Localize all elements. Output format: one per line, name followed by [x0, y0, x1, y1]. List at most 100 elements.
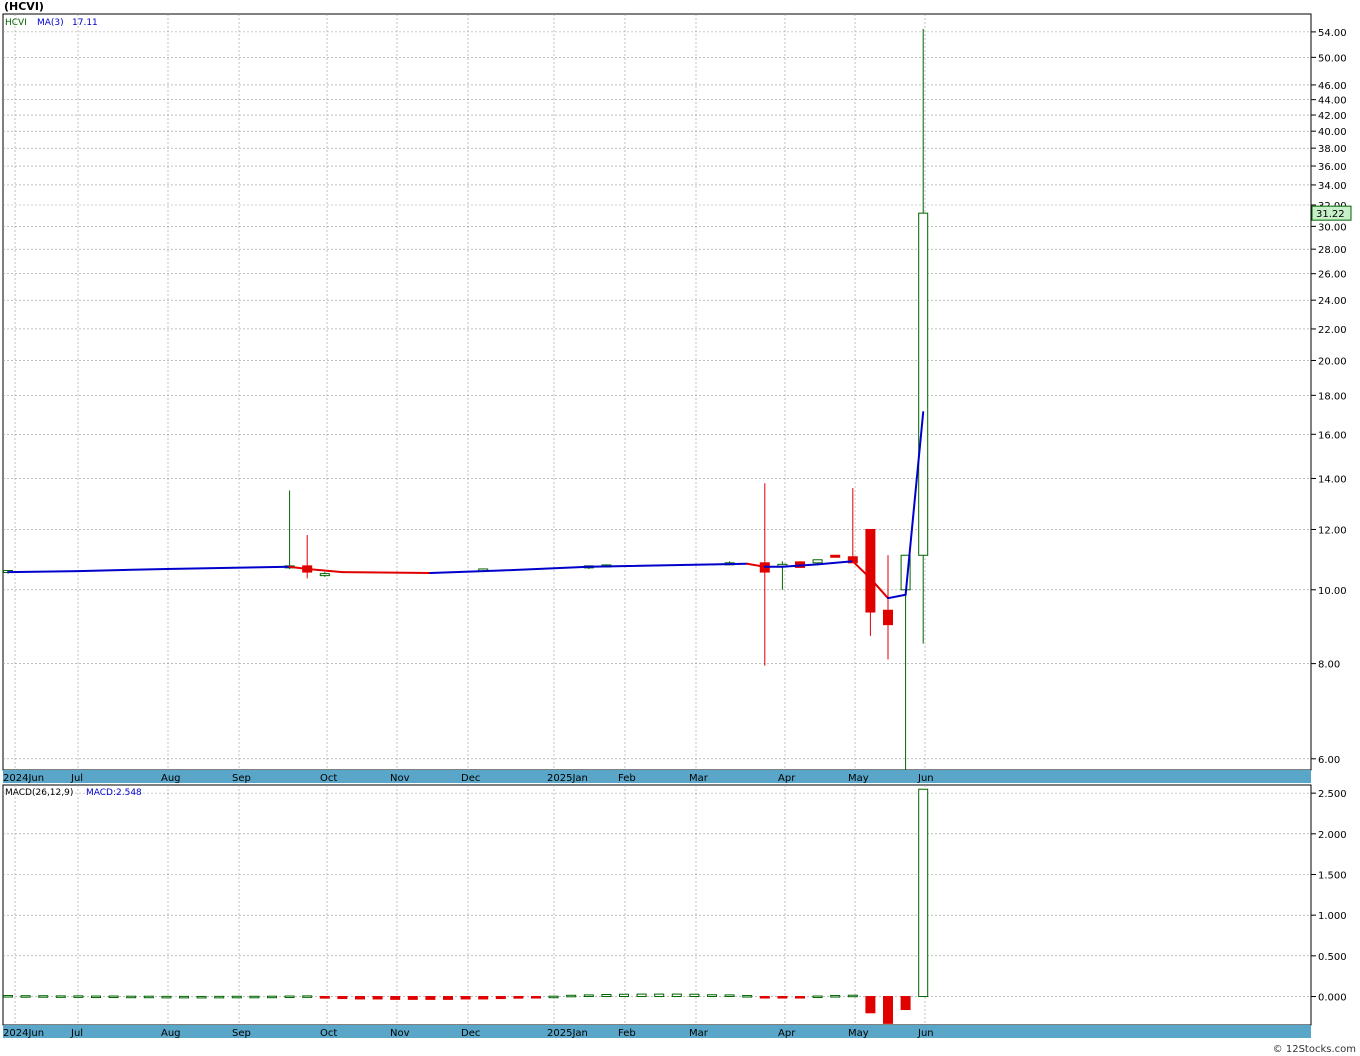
price-tick-label: 16.00	[1318, 430, 1347, 441]
macd-bar	[179, 995, 189, 999]
macd-bar	[478, 996, 489, 1000]
price-tick-label: 10.00	[1318, 586, 1347, 597]
price-tick-label: 36.00	[1318, 162, 1347, 173]
price-tick-label: 34.00	[1318, 181, 1347, 192]
price-tick-label: 42.00	[1318, 111, 1347, 122]
price-tick-label: 50.00	[1318, 53, 1347, 64]
macd-bar	[830, 995, 841, 998]
price-date-axis: 2024Jun Jul Aug Sep Oct Nov Dec 2025Jan Feb Mar Ap…	[3, 770, 1311, 784]
price-axis: 54.00 50.00 46.00 44.00 42.00 40.00 38.00 36.00…	[1311, 28, 1347, 766]
price-tick-label: 54.00	[1318, 28, 1347, 39]
date-axis-label: Nov	[390, 773, 410, 784]
macd-bar	[742, 995, 753, 998]
macd-bar	[795, 996, 805, 999]
price-panel: 54.00 50.00 46.00 44.00 42.00 40.00 38.00 36.00…	[2, 13, 1352, 771]
date-axis-label: 2024Jun	[3, 773, 44, 784]
macd-bar	[372, 996, 383, 1000]
date-axis-label: Sep	[232, 1028, 251, 1039]
macd-bar	[654, 993, 665, 998]
macd-tick-label: 1.500	[1318, 870, 1347, 881]
macd-bar	[355, 996, 365, 1000]
legend-symbol: HCVI	[5, 18, 27, 28]
date-axis-band-2	[3, 1025, 1311, 1038]
macd-bar	[636, 993, 647, 998]
price-tick-label: 38.00	[1318, 144, 1347, 155]
macd-bar	[865, 996, 876, 1014]
date-axis-label: Sep	[232, 773, 251, 784]
macd-bar	[196, 995, 207, 999]
price-tick-label: 40.00	[1318, 127, 1347, 138]
date-axis-label: Dec	[461, 773, 480, 784]
price-tick-label: 28.00	[1318, 245, 1347, 256]
macd-bar	[847, 994, 858, 998]
price-frame	[2, 13, 1312, 771]
date-axis-band	[3, 770, 1311, 783]
price-tick-label: 44.00	[1318, 96, 1347, 107]
macd-bar	[390, 996, 401, 1000]
date-axis-label: Jul	[70, 773, 83, 784]
date-axis-label: Oct	[320, 773, 337, 784]
macd-bar	[619, 993, 629, 998]
macd-bar	[337, 996, 348, 1000]
macd-bar	[319, 996, 330, 999]
macd-bar	[724, 994, 735, 998]
date-axis-label: Aug	[161, 1028, 181, 1039]
macd-tick-label: 2.000	[1318, 830, 1347, 841]
macd-bar	[548, 995, 559, 999]
macd-bar	[214, 995, 225, 999]
macd-tick-label: 2.500	[1318, 789, 1347, 800]
chart-canvas: 54.00 50.00 46.00 44.00 42.00 40.00 38.00 36.00…	[2, 13, 1352, 1039]
candle-body	[865, 528, 876, 613]
date-axis-label: Jun	[917, 1028, 934, 1039]
macd-bar	[583, 994, 594, 998]
price-tick-label: 26.00	[1318, 270, 1347, 281]
macd-bar	[55, 995, 66, 998]
macd-bar	[267, 995, 277, 999]
price-tick-label: 20.00	[1318, 356, 1347, 367]
candle-body	[319, 573, 330, 577]
macd-bar	[3, 995, 13, 998]
date-axis-label: Mar	[689, 1028, 709, 1039]
macd-bar	[143, 995, 154, 999]
date-axis-label: Aug	[161, 773, 181, 784]
macd-bar	[812, 995, 823, 999]
macd-bar	[249, 995, 260, 999]
macd-bar	[20, 995, 31, 998]
date-axis-label: 2025Jan	[547, 1028, 588, 1039]
macd-bar	[918, 788, 929, 998]
price-tick-label: 14.00	[1318, 474, 1347, 485]
date-axis-label: Jul	[70, 1028, 83, 1039]
ma-segment	[341, 571, 432, 575]
price-tick-label: 8.00	[1318, 660, 1340, 671]
price-tick-label: 24.00	[1318, 296, 1347, 307]
macd-bar	[126, 995, 137, 999]
macd-date-axis: 2024Jun Jul Aug Sep Oct Nov Dec 2025Jan Feb Mar Ap…	[3, 1025, 1311, 1039]
date-axis-label: May	[848, 1028, 869, 1039]
macd-bar	[443, 996, 453, 1000]
date-axis-label: Dec	[461, 1028, 480, 1039]
macd-tick-label: 0.000	[1318, 993, 1347, 1004]
macd-bar	[231, 995, 242, 999]
macd-bar	[460, 996, 471, 1000]
date-axis-label: Feb	[618, 773, 636, 784]
price-tick-label: 18.00	[1318, 391, 1347, 402]
date-axis-label: 2024Jun	[3, 1028, 44, 1039]
macd-bar	[38, 995, 49, 998]
date-axis-label: Apr	[778, 773, 796, 784]
macd-axis: 2.500 2.000 1.500 1.000 0.500 0.000	[1311, 789, 1347, 1004]
macd-legend-value: MACD:2.548	[86, 788, 142, 798]
macd-bar	[407, 996, 418, 1000]
date-axis-label: Apr	[778, 1028, 796, 1039]
macd-bar	[91, 995, 101, 999]
last-price-badge: 31.22	[1311, 205, 1352, 221]
macd-tick-label: 1.000	[1318, 911, 1347, 922]
macd-bar	[108, 995, 119, 999]
candle-body	[812, 559, 823, 564]
macd-legend-label: MACD(26,12,9)	[5, 788, 73, 798]
price-tick-label: 12.00	[1318, 525, 1347, 536]
price-tick-label: 6.00	[1318, 755, 1340, 766]
date-axis-label: Oct	[320, 1028, 337, 1039]
macd-bar	[566, 994, 577, 998]
legend-ma-label: MA(3)	[37, 18, 64, 28]
last-price-value: 31.22	[1316, 209, 1345, 220]
